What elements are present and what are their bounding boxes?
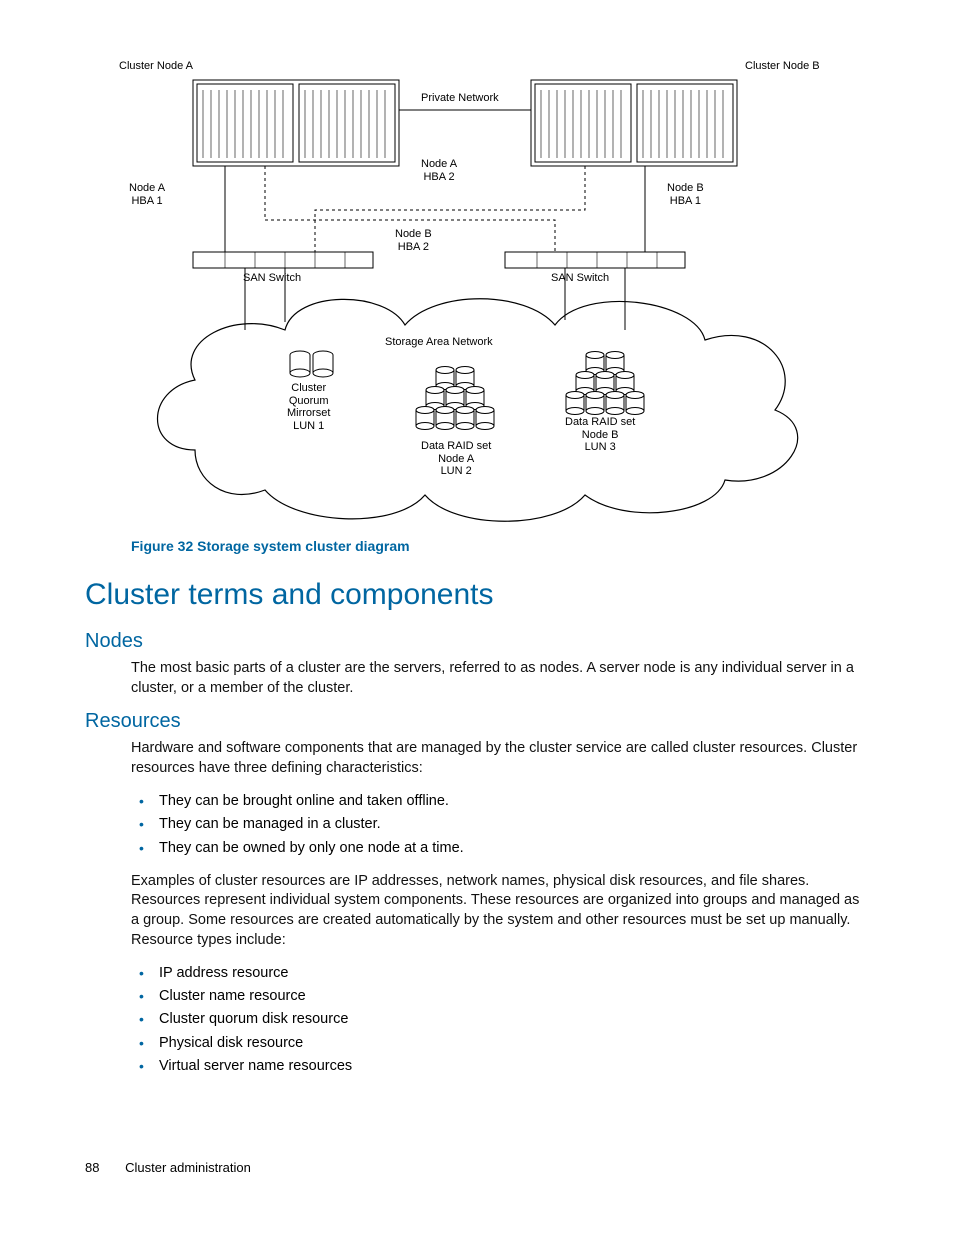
- page-number: 88: [85, 1160, 99, 1175]
- label-node-b-hba2: Node B HBA 2: [395, 228, 432, 253]
- paragraph-nodes: The most basic parts of a cluster are th…: [131, 659, 869, 698]
- list-resource-types: IP address resource Cluster name resourc…: [131, 962, 869, 1078]
- list-item: They can be brought online and taken off…: [131, 790, 869, 813]
- label-raid-a: Data RAID set Node A LUN 2: [421, 440, 491, 478]
- paragraph-resources-intro: Hardware and software components that ar…: [131, 739, 869, 778]
- label-cluster-node-a: Cluster Node A: [119, 60, 193, 73]
- cluster-diagram: Cluster Node A Cluster Node B Private Ne…: [85, 60, 869, 530]
- label-san-switch-right: SAN Switch: [551, 272, 609, 285]
- label-node-a-hba1: Node A HBA 1: [129, 182, 165, 207]
- heading-nodes: Nodes: [85, 630, 869, 653]
- list-characteristics: They can be brought online and taken off…: [131, 790, 869, 860]
- list-item: They can be managed in a cluster.: [131, 813, 869, 836]
- list-item: Cluster quorum disk resource: [131, 1008, 869, 1031]
- list-item: IP address resource: [131, 962, 869, 985]
- label-node-b-hba1: Node B HBA 1: [667, 182, 704, 207]
- label-raid-b: Data RAID set Node B LUN 3: [565, 416, 635, 454]
- list-item: Physical disk resource: [131, 1032, 869, 1055]
- label-private-network: Private Network: [421, 92, 499, 105]
- label-san-switch-left: SAN Switch: [243, 272, 301, 285]
- label-san: Storage Area Network: [385, 336, 493, 349]
- heading-resources: Resources: [85, 710, 869, 733]
- list-item: They can be owned by only one node at a …: [131, 837, 869, 860]
- paragraph-resources-examples: Examples of cluster resources are IP add…: [131, 872, 869, 950]
- label-node-a-hba2: Node A HBA 2: [421, 158, 457, 183]
- list-item: Cluster name resource: [131, 985, 869, 1008]
- heading-cluster-terms: Cluster terms and components: [85, 578, 869, 612]
- list-item: Virtual server name resources: [131, 1055, 869, 1078]
- label-cluster-node-b: Cluster Node B: [745, 60, 820, 73]
- page-footer: 88 Cluster administration: [85, 1160, 251, 1175]
- label-quorum: Cluster Quorum Mirrorset LUN 1: [287, 382, 330, 433]
- figure-caption: Figure 32 Storage system cluster diagram: [131, 538, 869, 554]
- footer-section: Cluster administration: [125, 1160, 251, 1175]
